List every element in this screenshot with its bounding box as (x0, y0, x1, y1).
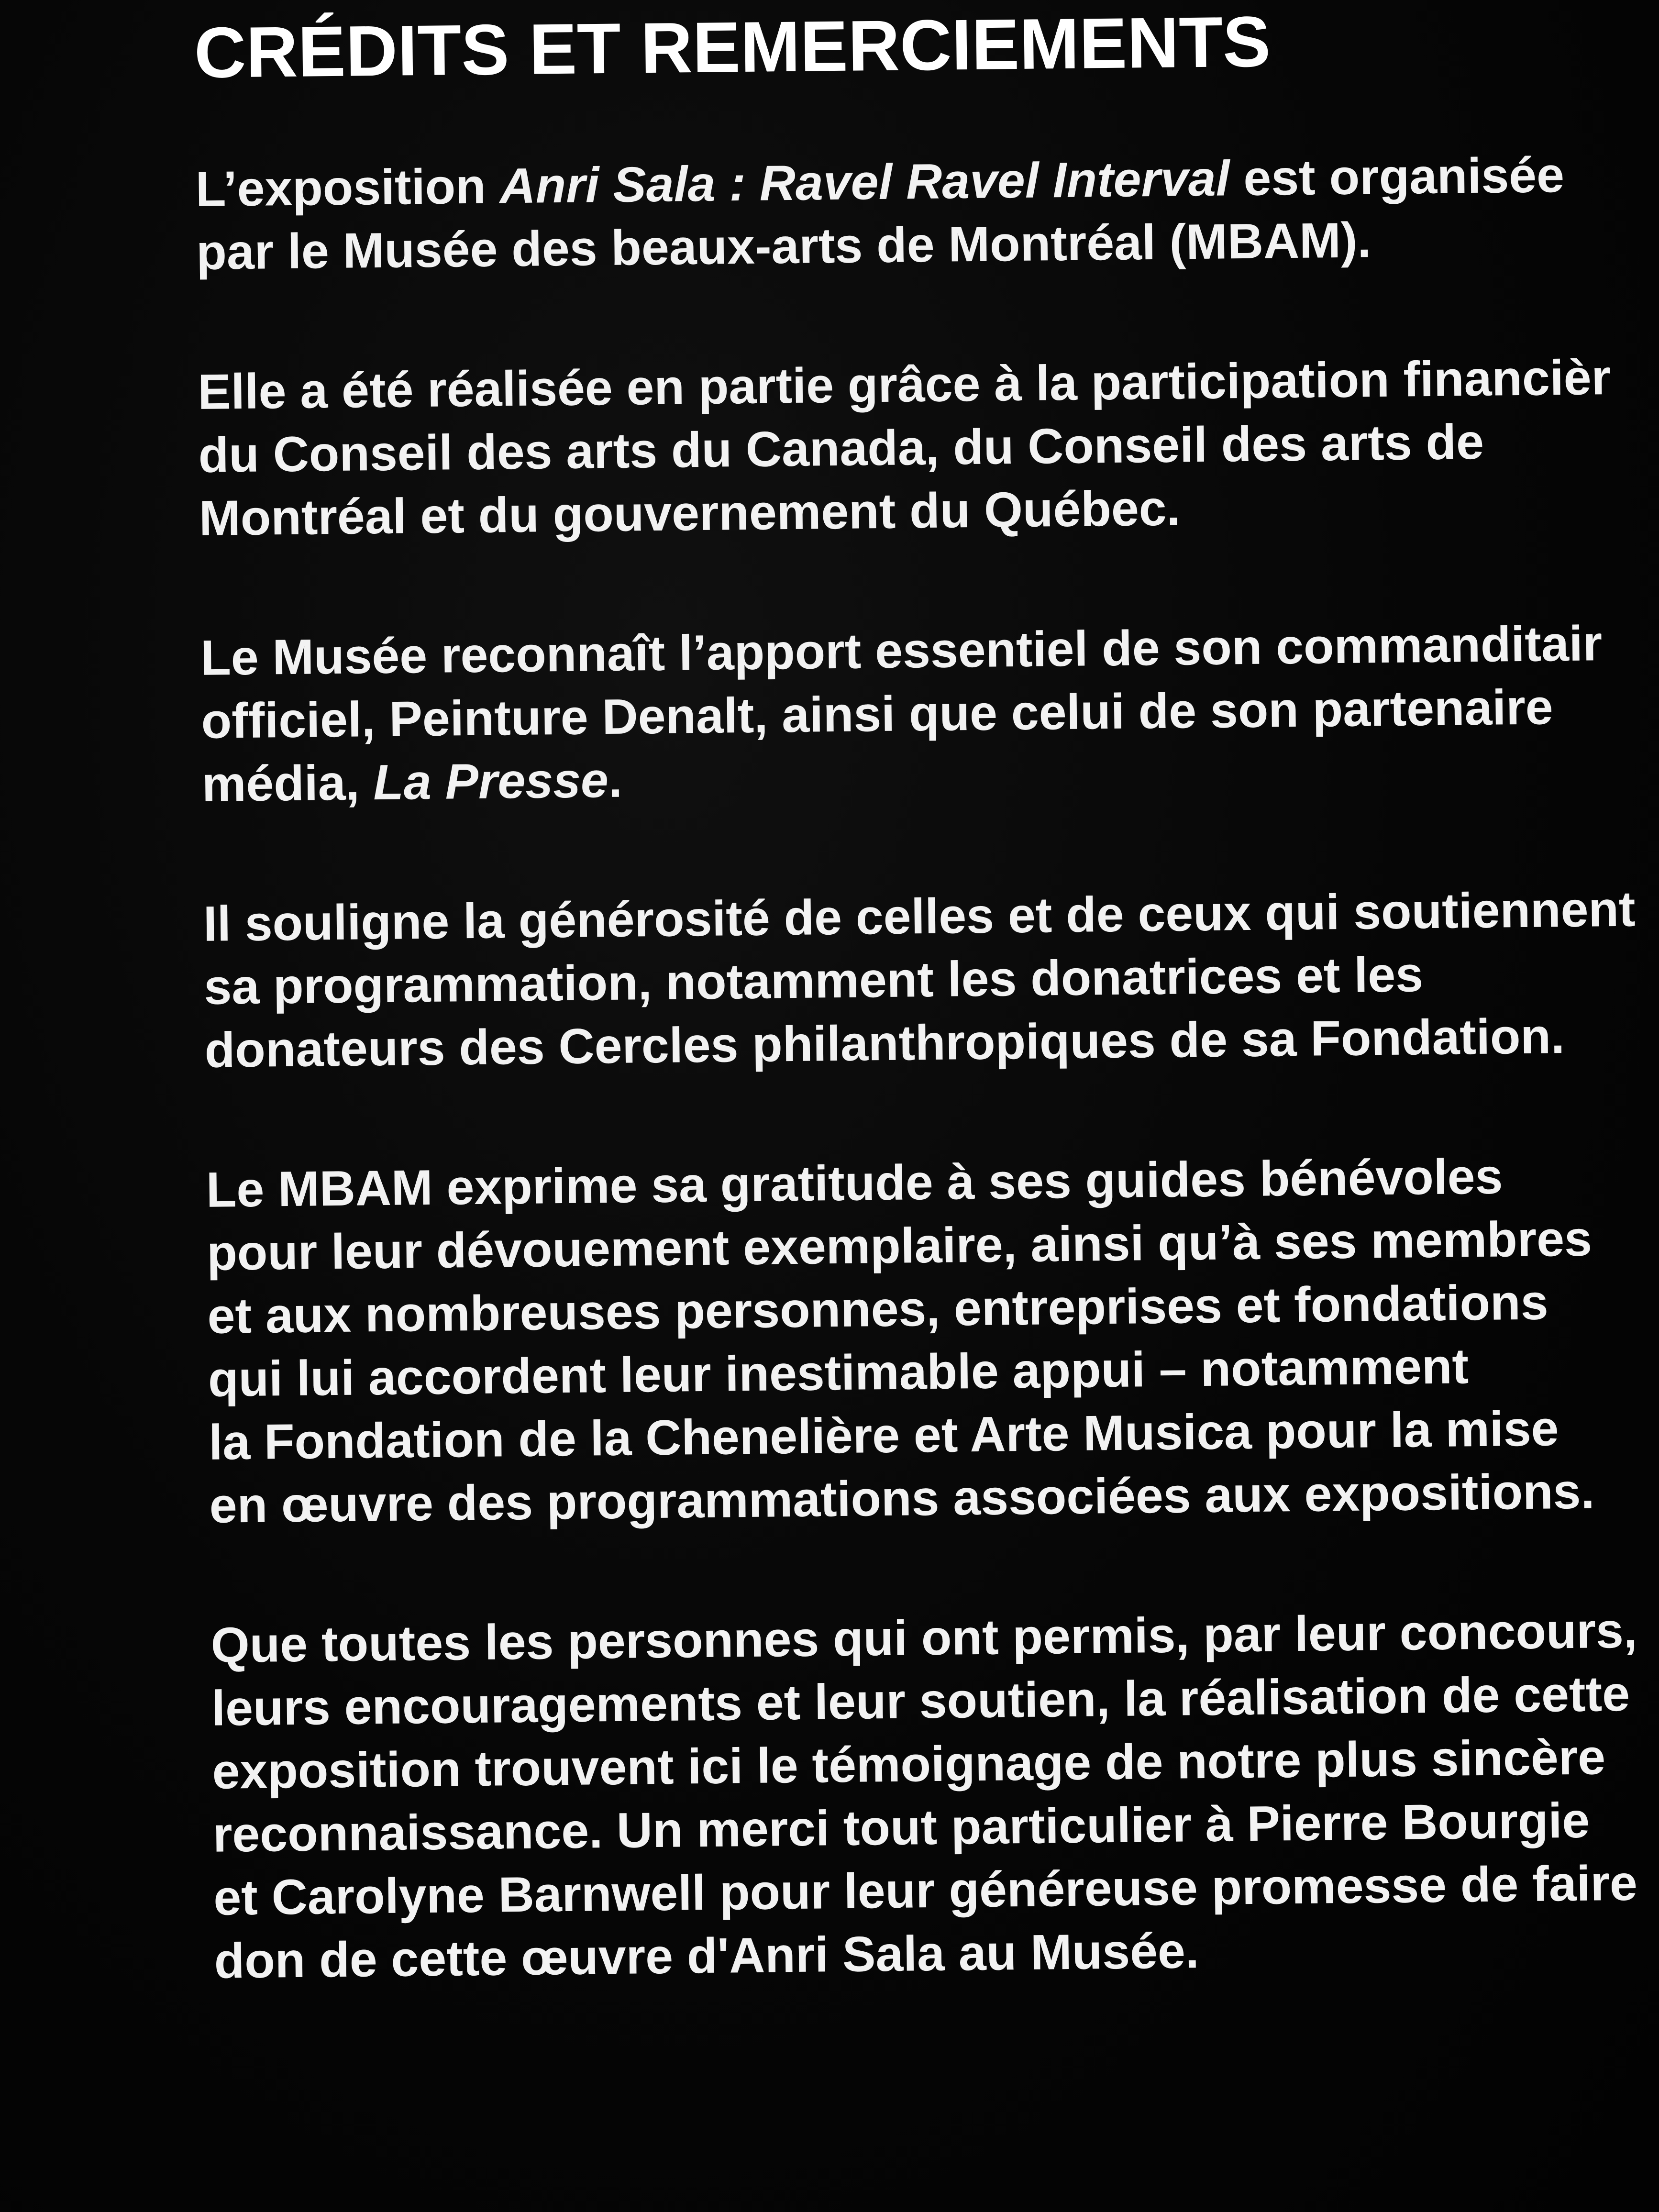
paragraph-gratitude: Le MBAM exprime sa gratitude à ses guide… (206, 1143, 1659, 1537)
paragraph-sponsor: Le Musée reconnaît l’apport essentiel de… (200, 611, 1659, 816)
credits-panel: CRÉDITS ET REMERCIEMENTS L’exposition An… (194, 0, 1659, 1993)
text-segment: L’exposition (195, 158, 500, 217)
paragraph-donors: Il souligne la générosité de celles et d… (203, 877, 1659, 1082)
paragraph-thanks: Que toutes les personnes qui ont permis,… (210, 1598, 1659, 1992)
text-segment: est organisée (1229, 147, 1565, 207)
text-segment: . (608, 752, 623, 808)
paragraph-funding: Elle a été réalisée en partie grâce à la… (198, 345, 1659, 550)
paragraph-organizer: L’exposition Anri Sala : Ravel Ravel Int… (195, 143, 1659, 284)
text-segment: média, (201, 755, 374, 812)
exhibition-title-italic: Anri Sala : Ravel Ravel Interval (499, 151, 1230, 214)
credits-title: CRÉDITS ET REMERCIEMENTS (194, 1, 1271, 93)
media-partner-italic: La Presse (373, 752, 609, 811)
